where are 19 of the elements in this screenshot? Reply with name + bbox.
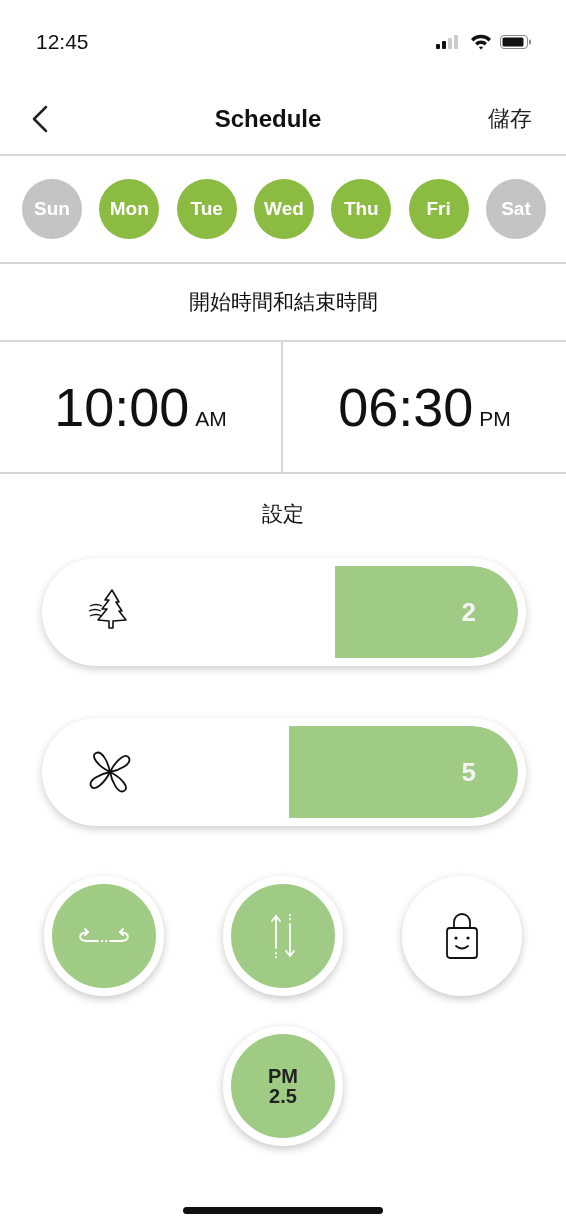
up-down-arrows-icon xyxy=(268,912,298,960)
section-heading: 設定 xyxy=(261,501,305,527)
day-toggle[interactable]: Wed xyxy=(254,179,314,239)
day-toggle[interactable]: Tue xyxy=(176,179,237,239)
status-time: 12:45 xyxy=(36,30,89,54)
screen-title: Schedule xyxy=(214,105,322,133)
time-picker[interactable]: 06:30 PM xyxy=(338,376,511,438)
time-picker[interactable]: 10:00 AM xyxy=(54,376,227,438)
save-button[interactable]: 儲存 xyxy=(488,104,532,134)
day-toggle[interactable]: Thu xyxy=(331,179,392,239)
day-toggle[interactable]: Sun xyxy=(22,179,82,239)
day-toggle[interactable]: Fri xyxy=(408,179,469,239)
section-heading: 開始時間和結束時間 xyxy=(0,264,566,342)
battery-icon xyxy=(500,34,532,50)
wifi-icon xyxy=(470,34,492,50)
back-icon[interactable] xyxy=(32,105,48,133)
day-toggle[interactable]: Mon xyxy=(99,179,160,239)
day-toggle[interactable]: Sat xyxy=(485,179,546,239)
lock-icon xyxy=(445,912,479,960)
